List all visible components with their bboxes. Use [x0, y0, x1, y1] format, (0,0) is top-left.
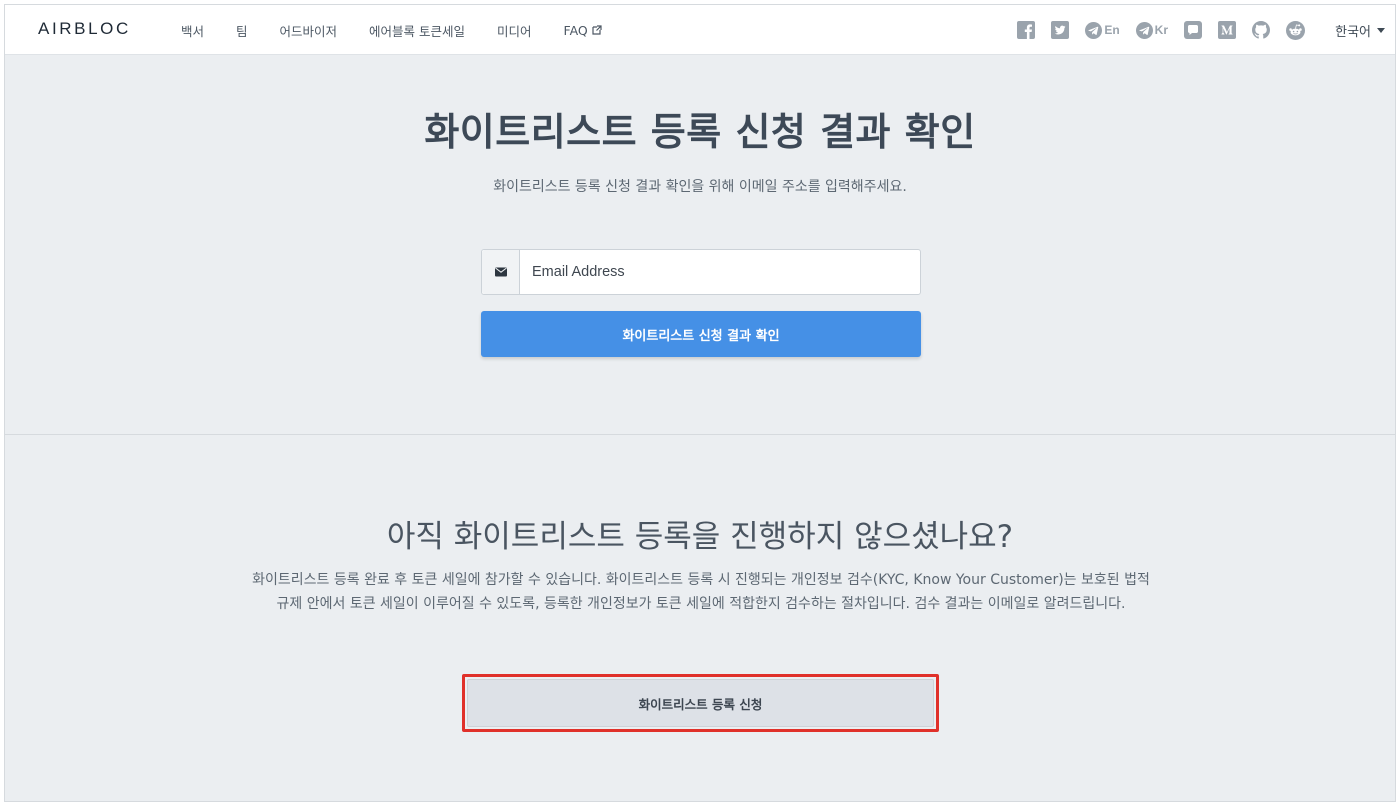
nav-link-team[interactable]: 팀 [236, 21, 248, 40]
email-addon [482, 250, 520, 294]
check-result-button[interactable]: 화이트리스트 신청 결과 확인 [481, 311, 921, 357]
telegram-en-link[interactable]: En [1085, 21, 1120, 39]
telegram-en-label: En [1104, 23, 1120, 37]
nav-link-token-sale[interactable]: 에어블록 토큰세일 [369, 21, 465, 40]
reddit-link[interactable] [1286, 20, 1305, 40]
register-description-line-2: 규제 안에서 토큰 세일이 이루어질 수 있도록, 등록한 개인정보가 토큰 세… [276, 596, 1126, 612]
telegram-kr-link[interactable]: Kr [1135, 21, 1168, 39]
medium-icon [1218, 21, 1236, 39]
social-links: En Kr [1001, 5, 1305, 55]
twitter-icon [1051, 21, 1070, 39]
medium-link[interactable] [1218, 21, 1236, 39]
nav-links: 백서 팀 어드바이저 에어블록 토큰세일 미디어 FAQ [165, 5, 618, 55]
github-link[interactable] [1252, 21, 1270, 39]
nav-link-media[interactable]: 미디어 [497, 21, 532, 40]
email-input[interactable] [520, 250, 920, 294]
nav-link-whitepaper[interactable]: 백서 [181, 21, 204, 40]
email-input-group [481, 249, 921, 295]
nav-link-faq[interactable]: FAQ [564, 23, 602, 38]
external-link-icon [592, 25, 602, 35]
navbar: AIRBLOC 백서 팀 어드바이저 에어블록 토큰세일 미디어 FAQ En … [5, 5, 1395, 55]
register-description-line-1: 화이트리스트 등록 완료 후 토큰 세일에 참가할 수 있습니다. 화이트리스트… [252, 572, 1150, 588]
language-selector[interactable]: 한국어 [1335, 5, 1385, 55]
brand-logo[interactable]: AIRBLOC [38, 19, 131, 39]
whitelist-check-section: 화이트리스트 등록 신청 결과 확인 화이트리스트 등록 신청 결과 확인을 위… [5, 55, 1395, 435]
nav-link-advisors[interactable]: 어드바이저 [280, 21, 338, 40]
page-frame: AIRBLOC 백서 팀 어드바이저 에어블록 토큰세일 미디어 FAQ En … [4, 4, 1396, 802]
facebook-icon [1017, 21, 1036, 39]
telegram-kr-label: Kr [1154, 23, 1168, 37]
language-label: 한국어 [1335, 24, 1371, 40]
twitter-link[interactable] [1051, 21, 1070, 39]
telegram-icon [1135, 21, 1153, 39]
caret-down-icon [1377, 27, 1385, 33]
github-icon [1252, 21, 1270, 39]
register-description: 화이트리스트 등록 완료 후 토큰 세일에 참가할 수 있습니다. 화이트리스트… [205, 568, 1197, 616]
reddit-icon [1286, 20, 1305, 40]
facebook-link[interactable] [1017, 21, 1036, 39]
page-subtitle: 화이트리스트 등록 신청 결과 확인을 위해 이메일 주소를 입력해주세요. [493, 179, 907, 195]
envelope-icon [494, 267, 507, 277]
kakao-link[interactable] [1184, 21, 1202, 39]
page-title: 화이트리스트 등록 신청 결과 확인 [424, 110, 976, 154]
register-button-highlight: 화이트리스트 등록 신청 [462, 674, 939, 732]
register-section-title: 아직 화이트리스트 등록을 진행하지 않으셨나요? [386, 519, 1014, 555]
register-whitelist-button[interactable]: 화이트리스트 등록 신청 [467, 679, 934, 727]
nav-link-faq-label: FAQ [563, 22, 588, 38]
telegram-icon [1085, 21, 1103, 39]
chat-bubble-icon [1184, 21, 1202, 39]
